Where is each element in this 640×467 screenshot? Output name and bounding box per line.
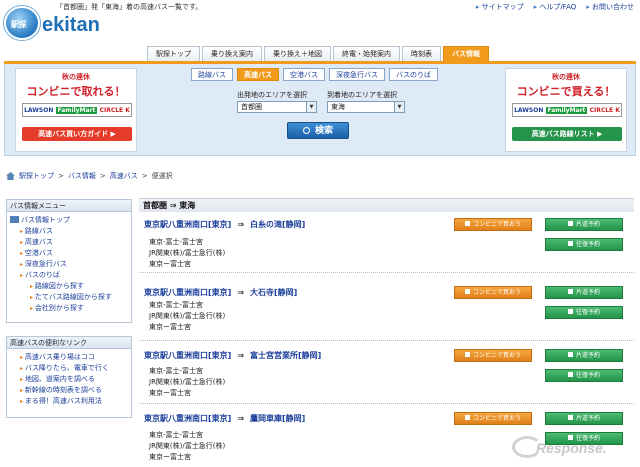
search-icon — [302, 127, 310, 134]
nav-tab-transfer-map[interactable]: 乗り換え＋地図 — [264, 46, 331, 61]
page: 駅探 ekitan 「首都圏」発「東海」着の高速バス一覧です。 ▸ サイトマップ… — [0, 0, 640, 467]
header-link-help[interactable]: ▸ ヘルプ/FAQ — [534, 2, 577, 12]
round-trip-reserve-button[interactable]: 往復予約 — [545, 238, 623, 251]
tab-route-bus[interactable]: 路線バス — [191, 68, 233, 81]
buy-at-convenience-button[interactable]: コンビニで買おう — [454, 412, 532, 425]
sidebar-item-tate-map[interactable]: ▸ たてバス路線図から探す — [10, 292, 128, 303]
buy-at-convenience-button[interactable]: コンビニで買おう — [454, 218, 532, 231]
home-icon — [6, 172, 15, 180]
result-item: 東京駅八重洲南口[東京] ⇒ 大石寺[静岡] 東京-富士-富士宮 JR関東(株)/富… — [139, 283, 634, 341]
buy-at-convenience-button[interactable]: コンビニで買おう — [454, 349, 532, 362]
sidebar-item-route-map[interactable]: ▸ 路線図から探す — [10, 281, 128, 292]
one-way-reserve-button[interactable]: 片道予約 — [545, 218, 623, 231]
sidebar-item-route-bus[interactable]: ▸ 路線バス — [10, 226, 128, 237]
header-link-sitemap[interactable]: ▸ サイトマップ — [476, 2, 524, 12]
search-button[interactable]: 検索 — [287, 122, 349, 139]
sidebar-item-late-night-bus[interactable]: ▸ 深夜急行バス — [10, 259, 128, 270]
to-area-label: 到着地のエリアを選択 — [327, 91, 397, 99]
tab-late-night-bus[interactable]: 深夜急行バス — [329, 68, 385, 81]
convenience-ad-left[interactable]: 秋の連休 コンビニで取れる！ LAWSON FamilyMart CIRCLE … — [15, 68, 137, 152]
link-map-directions[interactable]: ▸ 地図、道案内を調べる — [10, 374, 128, 385]
link-train-after-bus[interactable]: ▸ バス降りたら、電車で行く — [10, 363, 128, 374]
breadcrumb-current: 便選択 — [151, 172, 173, 180]
lawson-logo: LAWSON — [514, 106, 544, 114]
useful-links-box: 高速バスの便利なリンク ▸ 高速バス乗り場はココ ▸ バス降りたら、電車で行く … — [6, 336, 132, 418]
round-trip-reserve-button[interactable]: 往復予約 — [545, 369, 623, 382]
round-trip-reserve-button[interactable]: 往復予約 — [545, 306, 623, 319]
circlek-logo: CIRCLE K — [99, 106, 130, 114]
from-area-select[interactable]: 首都圏 ▼ — [237, 101, 317, 113]
bus-info-menu-title: バス情報メニュー — [7, 200, 131, 212]
from-area-label: 出発地のエリアを選択 — [237, 91, 307, 99]
nav-tab-transfer[interactable]: 乗り換え案内 — [202, 46, 262, 61]
response-watermark: Response. — [512, 434, 636, 464]
link-highway-bus-tips[interactable]: ▸ まる得！高速バス利用法 — [10, 396, 128, 407]
chevron-down-icon: ▼ — [394, 102, 404, 112]
result-item: 東京駅八重洲南口[東京] ⇒ 富士宮営業所[静岡] 東京-富士-富士宮 JR関東(株… — [139, 346, 634, 404]
circlek-logo: CIRCLE K — [589, 106, 620, 114]
store-logos: LAWSON FamilyMart CIRCLE K — [22, 103, 132, 117]
search-panel: 秋の連休 コンビニで取れる！ LAWSON FamilyMart CIRCLE … — [4, 64, 636, 156]
link-shinkansen-timetable[interactable]: ▸ 新幹線の時刻表を調べる — [10, 385, 128, 396]
result-title[interactable]: 東京駅八重洲南口[東京] ⇒ 白糸の滝[静岡] — [144, 219, 305, 230]
tab-bus-stops[interactable]: バスのりば — [389, 68, 438, 81]
nav-tab-bus-info[interactable]: バス情報 — [443, 46, 489, 61]
nav-tab-timetable[interactable]: 時刻表 — [402, 46, 441, 61]
breadcrumb-bus-info[interactable]: バス情報 — [68, 171, 96, 181]
link-bus-stop-location[interactable]: ▸ 高速バス乗り場はココ — [10, 352, 128, 363]
header-links: ▸ サイトマップ ▸ ヘルプ/FAQ ▸ お問い合わせ — [476, 2, 634, 12]
bus-info-menu: バス情報メニュー バス情報トップ ▸ 路線バス ▸ 高速バス ▸ 空港バス ▸ … — [6, 199, 132, 323]
sidebar-item-bus-top[interactable]: バス情報トップ — [10, 215, 128, 226]
familymart-logo: FamilyMart — [55, 106, 98, 114]
result-item: 東京駅八重洲南口[東京] ⇒ 白糸の滝[静岡] 東京-富士-富士宮 JR関東(株)/… — [139, 215, 634, 273]
tab-highway-bus[interactable]: 高速バス — [237, 68, 279, 81]
header-link-contact[interactable]: ▸ お問い合わせ — [586, 2, 634, 12]
bus-type-tabs: 路線バス 高速バス 空港バス 深夜急行バス バスのりば — [191, 68, 438, 81]
sidebar-item-by-company[interactable]: ▸ 会社別から探す — [10, 303, 128, 314]
buy-at-convenience-button[interactable]: コンビニで買おう — [454, 286, 532, 299]
page-tagline: 「首都圏」発「東海」着の高速バス一覧です。 — [56, 3, 203, 11]
to-area-select[interactable]: 東海 ▼ — [327, 101, 405, 113]
sidebar-item-airport-bus[interactable]: ▸ 空港バス — [10, 248, 128, 259]
chevron-down-icon: ▼ — [306, 102, 316, 112]
nav-tab-last-first-train[interactable]: 終電・始発案内 — [333, 46, 400, 61]
route-heading: 首都圏 ⇒ 東海 — [139, 198, 634, 212]
route-list-button[interactable]: 高速バス路線リスト ▶ — [512, 127, 622, 141]
tab-airport-bus[interactable]: 空港バス — [283, 68, 325, 81]
logo-badge: 駅探 — [4, 6, 40, 40]
bus-icon — [10, 216, 19, 223]
buying-guide-button[interactable]: 高速バス買い方ガイド ▶ — [22, 127, 132, 141]
sidebar-item-highway-bus[interactable]: ▸ 高速バス — [10, 237, 128, 248]
one-way-reserve-button[interactable]: 片道予約 — [545, 286, 623, 299]
useful-links-title: 高速バスの便利なリンク — [7, 337, 131, 349]
store-logos: LAWSON FamilyMart CIRCLE K — [512, 103, 622, 117]
result-title[interactable]: 東京駅八重洲南口[東京] ⇒ 大石寺[静岡] — [144, 287, 297, 298]
one-way-reserve-button[interactable]: 片道予約 — [545, 349, 623, 362]
one-way-reserve-button[interactable]: 片道予約 — [545, 412, 623, 425]
breadcrumb: 駅探トップ > バス情報 > 高速バス > 便選択 — [6, 171, 173, 181]
lawson-logo: LAWSON — [24, 106, 54, 114]
result-title[interactable]: 東京駅八重洲南口[東京] ⇒ 鷹岡車庫[静岡] — [144, 413, 305, 424]
main-nav: 駅探トップ 乗り換え案内 乗り換え＋地図 終電・始発案内 時刻表 バス情報 — [147, 46, 489, 61]
logo-text: ekitan — [42, 14, 100, 36]
sidebar-item-bus-stops[interactable]: ▸ バスのりば — [10, 270, 128, 281]
convenience-ad-right[interactable]: 秋の連休 コンビニで買える！ LAWSON FamilyMart CIRCLE … — [505, 68, 627, 152]
breadcrumb-highway-bus[interactable]: 高速バス — [110, 171, 138, 181]
nav-tab-ekitan-top[interactable]: 駅探トップ — [147, 46, 200, 61]
breadcrumb-ekitan-top[interactable]: 駅探トップ — [19, 171, 54, 181]
result-title[interactable]: 東京駅八重洲南口[東京] ⇒ 富士宮営業所[静岡] — [144, 350, 321, 361]
familymart-logo: FamilyMart — [545, 106, 588, 114]
